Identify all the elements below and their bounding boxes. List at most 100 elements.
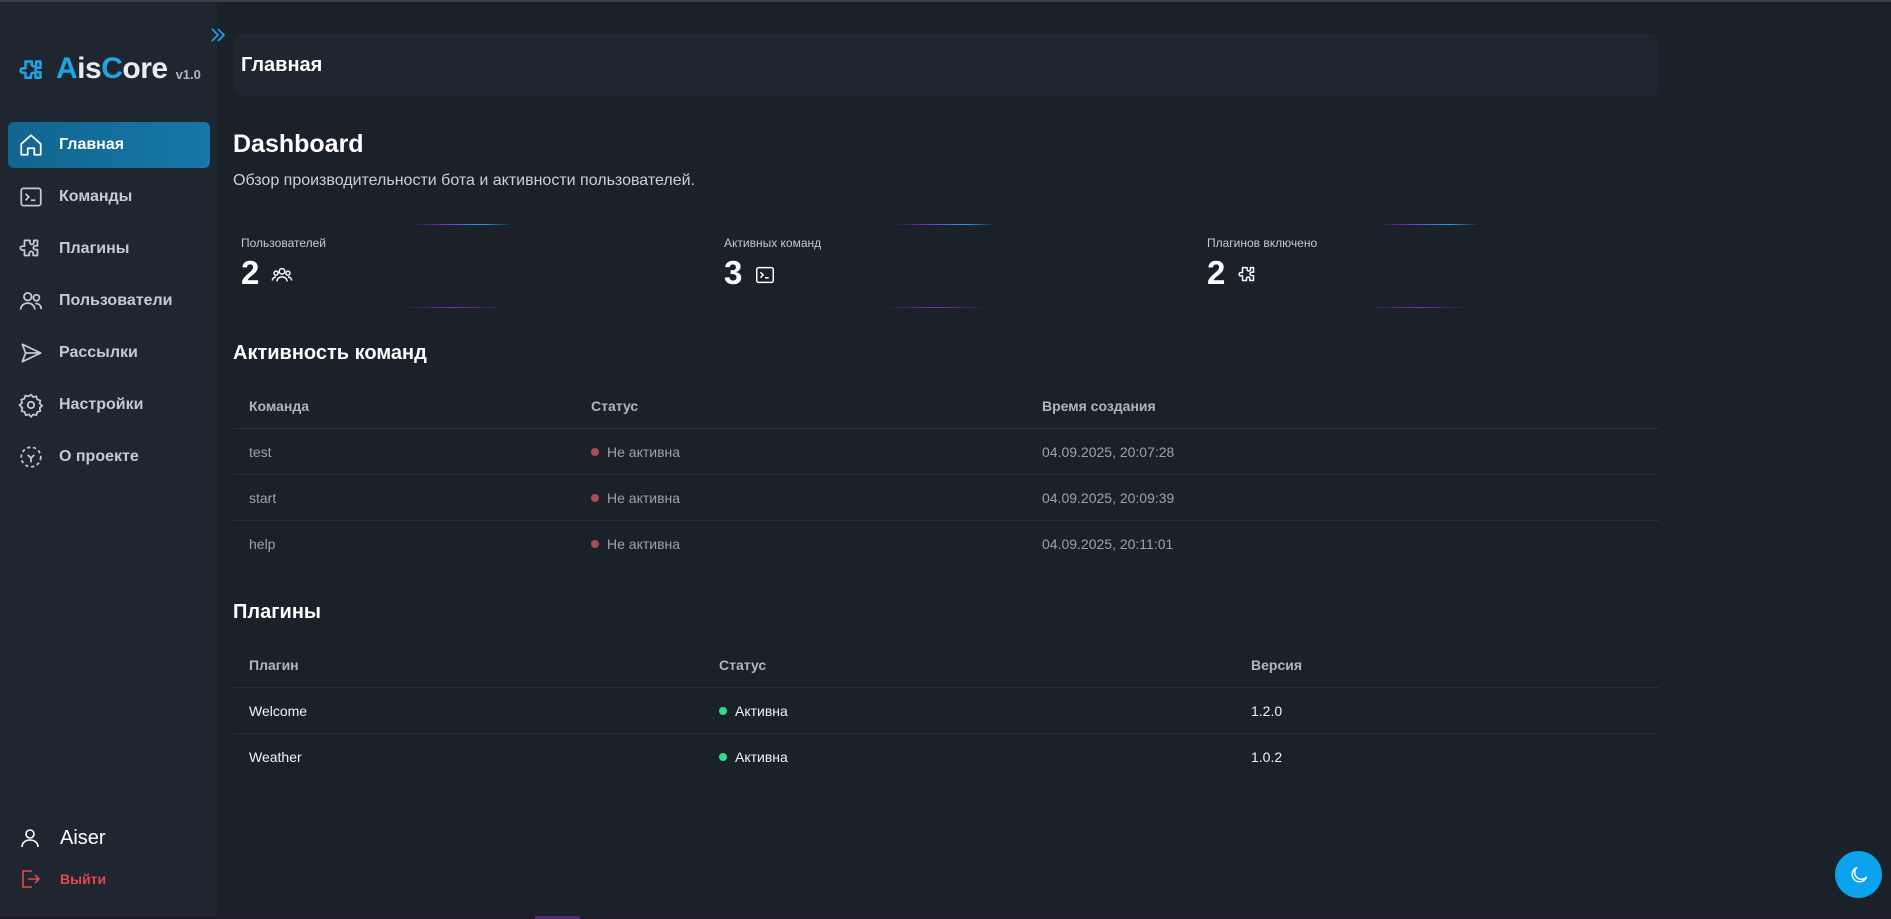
status-text: Активна	[735, 749, 788, 765]
plugins-table: Плагин Статус Версия Welcome Активна 1.2…	[233, 642, 1659, 780]
created-time: 04.09.2025, 20:09:39	[1042, 490, 1175, 506]
status-text: Не активна	[607, 536, 681, 552]
brand-name-part: C	[101, 52, 123, 85]
sidebar-item-label: Пользователи	[59, 292, 173, 309]
table-row[interactable]: test Не активна 04.09.2025, 20:07:28	[233, 429, 1659, 475]
card-glow	[886, 307, 986, 308]
sidebar-item-users[interactable]: Пользователи	[8, 278, 210, 324]
sidebar-item-settings[interactable]: Настройки	[8, 382, 210, 428]
sidebar-collapse-button[interactable]	[208, 24, 228, 46]
plugin-version: 1.0.2	[1251, 749, 1283, 765]
moon-icon	[1851, 866, 1867, 882]
command-name: help	[249, 536, 276, 552]
table-row[interactable]: Weather Активна 1.0.2	[233, 734, 1659, 780]
status-dot	[719, 707, 727, 715]
puzzle-icon	[1238, 266, 1255, 282]
table-header: Команда Статус Время создания	[233, 383, 1659, 429]
sidebar-item-label: Настройки	[59, 396, 144, 413]
stat-value: 3	[724, 254, 743, 291]
brand: AisCore v1.0	[18, 52, 201, 86]
logout-icon	[22, 870, 40, 888]
sidebar-item-label: Главная	[59, 136, 125, 153]
column-header: Статус	[591, 398, 639, 414]
stat-value: 2	[241, 254, 260, 291]
column-header: Плагин	[249, 657, 299, 673]
theme-toggle-button[interactable]	[1835, 851, 1882, 898]
sidebar-item-mailings[interactable]: Рассылки	[8, 330, 210, 376]
status-cell: Активна	[719, 734, 788, 780]
column-header: Версия	[1251, 657, 1303, 673]
status-text: Не активна	[607, 444, 681, 460]
gear-icon	[17, 391, 45, 419]
logout-label: Выйти	[60, 871, 107, 887]
card-glow	[413, 224, 513, 225]
sidebar-item-home[interactable]: Главная	[8, 122, 210, 168]
home-icon	[17, 131, 45, 159]
card-glow	[403, 307, 503, 308]
sidebar-item-label: О проекте	[59, 448, 139, 465]
brand-name-part: A	[56, 52, 78, 85]
user-name: Aiser	[60, 826, 106, 849]
plugin-version: 1.2.0	[1251, 703, 1283, 719]
page-title: Dashboard	[233, 130, 364, 158]
top-border	[0, 0, 1891, 2]
header-bar: Главная	[233, 34, 1659, 96]
stat-value: 2	[1207, 254, 1226, 291]
sidebar-nav: Главная Команды Плагины Пользователи Рас…	[8, 122, 210, 486]
users-icon	[17, 287, 45, 315]
about-icon	[17, 443, 45, 471]
status-cell: Активна	[719, 688, 788, 734]
plugin-name: Welcome	[249, 703, 308, 719]
users-icon	[271, 267, 293, 282]
sidebar-item-label: Рассылки	[59, 344, 138, 361]
command-name: test	[249, 444, 272, 460]
terminal-icon	[756, 266, 774, 284]
brand-name-part: ore	[122, 52, 168, 85]
sidebar-item-label: Плагины	[59, 240, 130, 257]
created-time: 04.09.2025, 20:07:28	[1042, 444, 1175, 460]
status-dot	[591, 540, 599, 548]
sidebar-item-plugins[interactable]: Плагины	[8, 226, 210, 272]
sidebar-item-label: Команды	[59, 188, 133, 205]
stat-card-users: Пользователей 2	[233, 224, 703, 310]
stat-label: Плагинов включено	[1207, 236, 1318, 250]
stat-card-active-commands: Активных команд 3	[716, 224, 1186, 310]
page-subtitle: Обзор производительности бота и активнос…	[233, 172, 695, 189]
stat-card-plugins-enabled: Плагинов включено 2	[1199, 224, 1669, 310]
terminal-icon	[17, 183, 45, 211]
brand-name: AisCore	[56, 52, 168, 86]
column-header: Время создания	[1042, 398, 1156, 414]
status-dot	[591, 448, 599, 456]
sidebar-item-commands[interactable]: Команды	[8, 174, 210, 220]
card-glow	[1379, 224, 1479, 225]
command-name: start	[249, 490, 277, 506]
table-row[interactable]: help Не активна 04.09.2025, 20:11:01	[233, 521, 1659, 567]
sidebar: AisCore v1.0 Главная Команды Плагины Пол…	[0, 2, 217, 916]
status-dot	[719, 753, 727, 761]
puzzle-icon	[17, 235, 45, 263]
status-dot	[591, 494, 599, 502]
status-cell: Не активна	[591, 521, 680, 567]
header-title: Главная	[241, 53, 323, 76]
table-row[interactable]: start Не активна 04.09.2025, 20:09:39	[233, 475, 1659, 521]
brand-name-part: is	[77, 52, 102, 85]
status-cell: Не активна	[591, 429, 680, 475]
column-header: Команда	[249, 398, 309, 414]
status-cell: Не активна	[591, 475, 680, 521]
stat-label: Активных команд	[724, 236, 822, 250]
plugins-section-title: Плагины	[233, 601, 321, 623]
status-text: Не активна	[607, 490, 681, 506]
column-header: Статус	[719, 657, 767, 673]
user-profile[interactable]: Aiser	[18, 826, 106, 850]
user-icon	[21, 829, 39, 848]
table-row[interactable]: Welcome Активна 1.2.0	[233, 688, 1659, 734]
sidebar-item-about[interactable]: О проекте	[8, 434, 210, 480]
brand-version: v1.0	[175, 66, 201, 82]
chevrons-right-icon	[211, 28, 226, 42]
stat-label: Пользователей	[241, 236, 326, 250]
commands-section-title: Активность команд	[233, 342, 427, 364]
commands-table: Команда Статус Время создания test Не ак…	[233, 383, 1659, 567]
table-header: Плагин Статус Версия	[233, 642, 1659, 688]
card-glow	[1369, 307, 1469, 308]
logout-button[interactable]: Выйти	[18, 867, 106, 891]
